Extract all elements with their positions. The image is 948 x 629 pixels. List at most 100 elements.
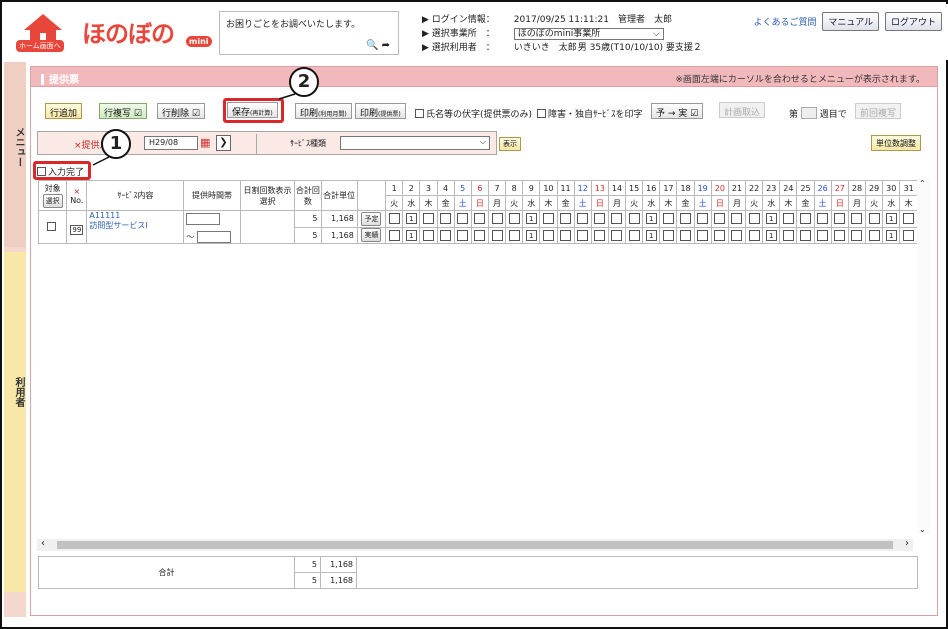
plan-day-input-28[interactable] <box>851 213 863 225</box>
plan-to-actual-button[interactable]: 予 → 実 ☑ <box>651 103 704 119</box>
row-select-checkbox[interactable] <box>47 222 57 231</box>
real-day-input-31[interactable] <box>903 229 915 241</box>
plan-day-input-13[interactable] <box>594 213 606 225</box>
mask-name-option[interactable]: 氏名等の伏字(提供票のみ) <box>415 107 532 120</box>
plan-day-input-29[interactable] <box>868 213 880 225</box>
real-day-input-13[interactable] <box>594 229 606 241</box>
plan-day-input-11[interactable] <box>560 213 572 225</box>
real-day-input-10[interactable] <box>542 229 554 241</box>
real-day-input-12[interactable] <box>577 229 589 241</box>
real-day-input-14[interactable] <box>611 229 623 241</box>
real-day-input-11[interactable] <box>560 229 572 241</box>
select-all-button[interactable]: 選択 <box>42 194 63 208</box>
office-select[interactable]: ほのぼのmini事業所 ⌵ <box>513 27 664 40</box>
plan-day-input-15[interactable] <box>628 213 640 225</box>
copy-row-button[interactable]: 行複写 ☑ <box>99 103 147 119</box>
faq-link[interactable]: よくあるご質問 <box>753 15 816 28</box>
real-day-input-30[interactable]: 1 <box>885 229 897 241</box>
home-link[interactable]: ホーム画面へ <box>16 12 68 52</box>
real-day-input-15[interactable] <box>628 229 640 241</box>
real-day-input-6[interactable] <box>474 229 486 241</box>
plan-import-button[interactable]: 計画取込 <box>719 102 766 118</box>
plan-day-input-19[interactable] <box>697 213 709 225</box>
search-icon[interactable]: 🔍 ➦ <box>366 40 390 51</box>
real-day-input-16[interactable]: 1 <box>645 229 657 241</box>
plan-day-input-5[interactable] <box>457 213 469 225</box>
horizontal-scrollbar[interactable]: ‹ › <box>37 538 913 551</box>
plan-day-input-8[interactable] <box>508 213 520 225</box>
plan-day-input-14[interactable] <box>611 213 623 225</box>
help-search-box[interactable]: お困りごとをお調べいたします。 🔍 ➦ <box>219 11 399 55</box>
real-day-input-21[interactable] <box>731 229 743 241</box>
real-day-input-1[interactable] <box>388 229 400 241</box>
plan-day-input-23[interactable]: 1 <box>765 213 777 225</box>
manual-button[interactable]: マニュアル <box>822 12 880 31</box>
delete-row-button[interactable]: 行削除 ☑ <box>157 103 205 119</box>
plan-day-input-16[interactable]: 1 <box>645 213 657 225</box>
print-disability-checkbox[interactable] <box>537 109 546 118</box>
print-sheet-button[interactable]: 印刷(提供票) <box>355 103 406 119</box>
plan-day-input-18[interactable] <box>680 213 692 225</box>
scroll-down-icon[interactable]: ⌄ <box>919 525 926 534</box>
plan-day-input-21[interactable] <box>731 213 743 225</box>
mask-name-checkbox[interactable] <box>415 109 424 118</box>
real-day-input-22[interactable] <box>748 229 760 241</box>
real-day-input-24[interactable] <box>782 229 794 241</box>
plan-day-input-22[interactable] <box>748 213 760 225</box>
service-type-select[interactable]: ⌵ <box>340 136 490 150</box>
plan-day-input-26[interactable] <box>817 213 829 225</box>
time-start-input[interactable] <box>186 213 221 225</box>
plan-day-input-6[interactable] <box>474 213 486 225</box>
real-day-input-26[interactable] <box>817 229 829 241</box>
plan-day-input-7[interactable] <box>491 213 503 225</box>
real-day-input-2[interactable]: 1 <box>405 229 417 241</box>
plan-day-input-2[interactable]: 1 <box>405 213 417 225</box>
row-no-box[interactable]: 99 <box>70 225 84 235</box>
real-day-input-5[interactable] <box>457 229 469 241</box>
real-day-input-19[interactable] <box>697 229 709 241</box>
add-row-button[interactable]: 行追加 <box>45 103 83 119</box>
real-button[interactable]: 実績 <box>361 228 382 243</box>
unit-adjust-button[interactable]: 単位数調整 <box>871 135 921 151</box>
show-button[interactable]: 表示 <box>499 137 521 151</box>
user-tab[interactable]: 利用者 <box>4 252 26 592</box>
real-day-input-3[interactable] <box>422 229 434 241</box>
real-day-input-4[interactable] <box>440 229 452 241</box>
service-name[interactable]: 訪問型サービスⅠ <box>89 220 183 231</box>
plan-day-input-30[interactable]: 1 <box>885 213 897 225</box>
real-day-input-20[interactable] <box>714 229 726 241</box>
menu-tab[interactable]: メニュー <box>4 62 26 247</box>
real-day-input-8[interactable] <box>508 229 520 241</box>
plan-day-input-3[interactable] <box>422 213 434 225</box>
plan-day-input-27[interactable] <box>834 213 846 225</box>
scroll-right-icon[interactable]: › <box>905 538 909 549</box>
service-cell[interactable]: A11111 訪問型サービスⅠ <box>86 210 185 244</box>
month-input[interactable]: H29/08 <box>144 136 198 150</box>
prev-copy-button[interactable]: 前回複写 <box>855 103 902 119</box>
plan-day-input-4[interactable] <box>440 213 452 225</box>
real-day-input-18[interactable] <box>680 229 692 241</box>
plan-day-input-9[interactable]: 1 <box>525 213 537 225</box>
real-day-input-25[interactable] <box>800 229 812 241</box>
print-disability-option[interactable]: 障害・独自ｻｰﾋﾞｽを印字 <box>537 107 643 120</box>
plan-day-input-20[interactable] <box>714 213 726 225</box>
scroll-left-icon[interactable]: ‹ <box>41 538 45 549</box>
real-day-input-29[interactable] <box>868 229 880 241</box>
plan-button[interactable]: 予定 <box>361 211 382 226</box>
plan-day-input-24[interactable] <box>782 213 794 225</box>
next-month-button[interactable]: ❯ <box>216 135 231 151</box>
print-monthly-button[interactable]: 印刷(利用月間) <box>295 103 352 119</box>
plan-day-input-31[interactable] <box>903 213 915 225</box>
plan-day-input-10[interactable] <box>542 213 554 225</box>
plan-day-input-17[interactable] <box>662 213 674 225</box>
real-day-input-7[interactable] <box>491 229 503 241</box>
real-day-input-9[interactable]: 1 <box>525 229 537 241</box>
plan-day-input-25[interactable] <box>800 213 812 225</box>
real-day-input-27[interactable] <box>834 229 846 241</box>
service-code[interactable]: A11111 <box>89 211 183 220</box>
plan-day-input-12[interactable] <box>577 213 589 225</box>
real-day-input-28[interactable] <box>851 229 863 241</box>
scroll-thumb[interactable] <box>57 541 893 549</box>
logout-button[interactable]: ログアウト <box>884 12 942 31</box>
home-label[interactable]: ホーム画面へ <box>16 40 64 52</box>
